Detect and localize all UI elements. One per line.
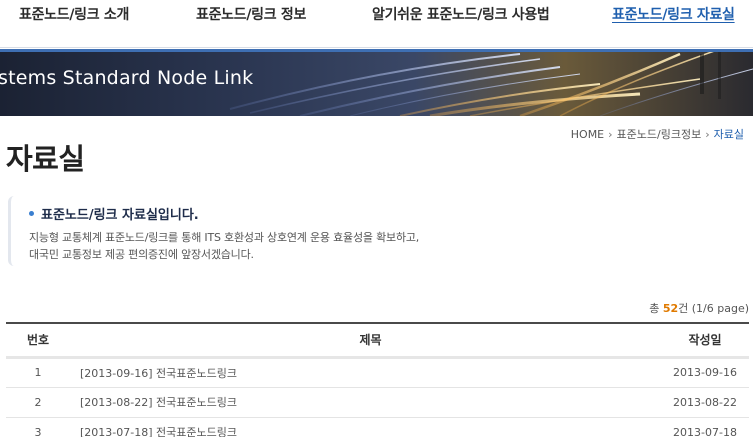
header-title: 제목 (70, 322, 661, 357)
count-total: 52 (662, 302, 679, 315)
banner-text: stems Standard Node Link (0, 67, 254, 89)
header-date: 작성일 (661, 322, 749, 357)
row-title-link[interactable]: [2013-07-18] 전국표준노드링크 (70, 417, 661, 437)
nav-item-intro[interactable]: 표준노드/링크 소개 (19, 4, 129, 24)
breadcrumb-current: 자료실 (713, 128, 744, 141)
row-number: 1 (34, 366, 42, 379)
library-table: 번호 제목 작성일 1 [2013-09-16] 전국표준노드링크 2013-0… (6, 322, 749, 437)
breadcrumb-level1[interactable]: 표준노드/링크정보 (617, 128, 702, 141)
post-count: 총 52건 (1/6 page) (649, 300, 749, 316)
page-title: 자료실 (6, 142, 85, 176)
nav-item-howto[interactable]: 알기쉬운 표준노드/링크 사용법 (372, 4, 550, 24)
intro-description-line-2: 대국민 교통정보 제공 편의증진에 앞장서겠습니다. (29, 248, 254, 261)
row-title-link[interactable]: [2013-08-22] 전국표준노드링크 (70, 387, 661, 417)
chevron-right-icon: › (608, 128, 613, 141)
intro-heading-text: 표준노드/링크 자료실입니다. (41, 208, 199, 223)
banner-top-stripe (0, 49, 753, 52)
row-title-link[interactable]: [2013-09-16] 전국표준노드링크 (70, 357, 661, 387)
table-row[interactable]: 1 [2013-09-16] 전국표준노드링크 2013-09-16 (6, 357, 749, 387)
table-header-row: 번호 제목 작성일 (6, 322, 749, 357)
hero-banner: stems Standard Node Link (0, 49, 753, 116)
count-suffix: 건 (1/6 page) (678, 302, 749, 315)
nav-item-library[interactable]: 표준노드/링크 자료실 (612, 4, 735, 24)
intro-description-line-1: 지능형 교통체계 표준노드/링크를 통해 ITS 호환성과 상호연계 운용 효율… (29, 231, 420, 244)
row-number: 2 (34, 395, 42, 409)
top-navigation: 표준노드/링크 소개 표준노드/링크 정보 알기쉬운 표준노드/링크 사용법 표… (0, 0, 753, 48)
breadcrumb-home[interactable]: HOME (571, 128, 604, 141)
bullet-icon (29, 211, 34, 216)
row-date: 2013-09-16 (673, 366, 737, 379)
breadcrumb: HOME › 표준노드/링크정보 › 자료실 (571, 126, 744, 142)
table-row[interactable]: 3 [2013-07-18] 전국표준노드링크 2013-07-18 (6, 417, 749, 437)
row-date: 2013-08-22 (673, 395, 737, 409)
row-number: 3 (34, 425, 42, 437)
header-number: 번호 (6, 322, 70, 357)
nav-item-info[interactable]: 표준노드/링크 정보 (196, 4, 306, 24)
row-date: 2013-07-18 (673, 425, 737, 437)
chevron-right-icon: › (705, 128, 710, 141)
intro-box: 표준노드/링크 자료실입니다. 지능형 교통체계 표준노드/링크를 통해 ITS… (8, 196, 708, 266)
count-prefix: 총 (649, 302, 660, 315)
intro-heading: 표준노드/링크 자료실입니다. (29, 204, 199, 223)
table-row[interactable]: 2 [2013-08-22] 전국표준노드링크 2013-08-22 (6, 387, 749, 417)
